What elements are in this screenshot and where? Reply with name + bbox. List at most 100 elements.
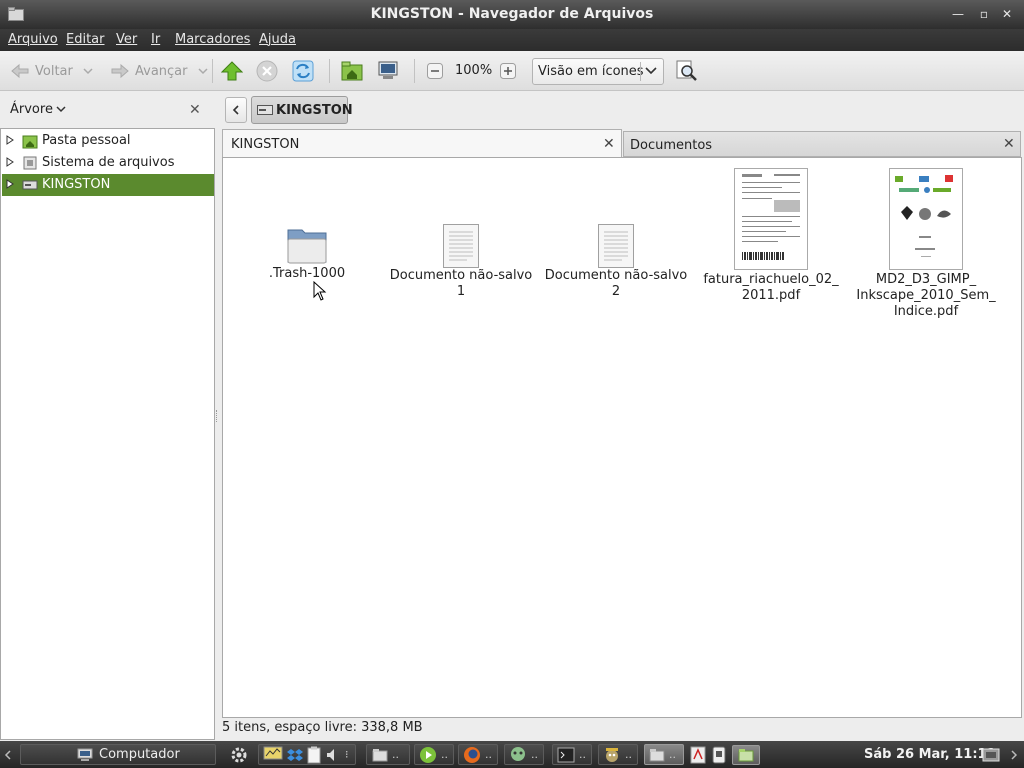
chevron-down-icon[interactable] xyxy=(197,67,208,75)
stop-button[interactable] xyxy=(256,59,278,83)
task-label: .. xyxy=(441,748,448,761)
tab-label: KINGSTON xyxy=(231,137,300,152)
computer-button[interactable] xyxy=(377,59,399,83)
chevron-down-icon xyxy=(56,106,66,113)
drive-icon xyxy=(22,180,38,190)
task-pidgin[interactable]: .. xyxy=(504,744,544,765)
file-item[interactable]: .Trash-1000 xyxy=(232,224,382,282)
tree-item-home[interactable]: Pasta pessoal xyxy=(2,130,214,152)
computer-icon xyxy=(378,61,398,79)
expander-icon[interactable] xyxy=(6,179,14,189)
view-mode-select[interactable]: Visão em ícones xyxy=(532,58,664,85)
menu-ver[interactable]: Ver xyxy=(116,32,137,47)
menu-editar[interactable]: Editar xyxy=(66,32,105,47)
menu-marcadores[interactable]: Marcadores xyxy=(175,32,250,47)
close-tab-icon[interactable]: ✕ xyxy=(1003,136,1015,152)
close-icon[interactable]: ✕ xyxy=(998,5,1016,23)
dropbox-icon[interactable] xyxy=(287,747,303,763)
tab-documentos[interactable]: Documentos ✕ xyxy=(623,131,1021,157)
zoom-in-button[interactable] xyxy=(500,59,516,83)
tab-kingston[interactable]: KINGSTON ✕ xyxy=(222,129,622,158)
zoom-out-icon xyxy=(427,63,443,79)
folder-icon xyxy=(372,748,388,761)
file-item[interactable]: MD2_D3_GIMP_ Inkscape_2010_Sem_ Indice.p… xyxy=(851,168,1001,320)
home-folder-icon xyxy=(22,135,38,149)
panel-scroll-left[interactable] xyxy=(4,744,12,765)
gear-icon xyxy=(231,747,247,762)
task-file-manager-active[interactable]: .. xyxy=(644,744,684,765)
file-name-line: MD2_D3_GIMP_ xyxy=(875,272,977,287)
expander-icon[interactable] xyxy=(6,157,14,167)
file-item[interactable]: Documento não-salvo 1 xyxy=(386,224,536,300)
breadcrumb[interactable]: KINGSTON xyxy=(251,96,353,124)
tree-item-filesystem[interactable]: Sistema de arquivos xyxy=(2,152,214,174)
file-item[interactable]: Documento não-salvo 2 xyxy=(541,224,691,300)
sidebar-mode-select[interactable]: Árvore xyxy=(10,102,66,117)
tree-item-label: Sistema de arquivos xyxy=(42,155,175,170)
forward-button[interactable]: Avançar xyxy=(110,59,208,83)
clipboard-icon[interactable] xyxy=(307,746,321,764)
pane-resize-handle[interactable] xyxy=(216,410,219,422)
clock[interactable]: Sáb 26 Mar, 11:11 xyxy=(864,747,996,762)
settings-launcher[interactable] xyxy=(230,744,248,765)
select-divider xyxy=(640,62,641,81)
stop-icon xyxy=(256,60,278,82)
system-monitor-icon[interactable] xyxy=(263,746,283,764)
task-label: .. xyxy=(531,748,538,761)
file-name-line: 2011.pdf xyxy=(741,288,801,303)
file-name-line: fatura_riachuelo_02_ xyxy=(703,272,839,287)
zoom-level: 100% xyxy=(455,63,493,78)
chevron-down-icon[interactable] xyxy=(83,67,93,75)
task-label: .. xyxy=(579,748,586,761)
show-desktop-button[interactable] xyxy=(732,744,760,765)
chevron-left-icon xyxy=(232,105,239,115)
path-back-button[interactable] xyxy=(225,97,247,123)
close-tab-icon[interactable]: ✕ xyxy=(603,136,615,152)
minimize-icon[interactable]: — xyxy=(949,5,967,23)
menu-arquivo[interactable]: Arquivo xyxy=(8,32,58,47)
home-button[interactable] xyxy=(341,59,363,83)
sidebar-header: Árvore ✕ xyxy=(0,92,216,128)
task-media-player[interactable]: .. xyxy=(414,744,454,765)
network-tray[interactable] xyxy=(982,744,1000,765)
task-gimp[interactable]: .. xyxy=(598,744,638,765)
quick-launchers: ⁝ xyxy=(258,744,356,765)
panel-scroll-right[interactable] xyxy=(1010,744,1018,765)
zoom-out-button[interactable] xyxy=(427,59,443,83)
file-item[interactable]: fatura_riachuelo_02_ 2011.pdf xyxy=(696,168,846,304)
sidebar-tree[interactable]: Pasta pessoal Sistema de arquivos KINGST… xyxy=(0,128,215,740)
window-titlebar[interactable]: KINGSTON - Navegador de Arquivos — ▫ ✕ xyxy=(0,0,1024,29)
view-mode-label: Visão em ícones xyxy=(538,64,644,79)
drive-icon xyxy=(257,105,273,115)
firefox-icon xyxy=(464,746,480,763)
maximize-icon[interactable]: ▫ xyxy=(975,5,993,23)
folder-icon xyxy=(738,748,754,761)
expander-icon[interactable] xyxy=(6,135,14,145)
file-name-line: Inkscape_2010_Sem_ xyxy=(856,288,996,303)
pdf-reader-icon[interactable] xyxy=(690,746,706,764)
file-name: Documento não-salvo 1 xyxy=(389,268,533,299)
file-view[interactable]: .Trash-1000 Documento não-salvo 1 Docume… xyxy=(222,157,1022,718)
volume-icon[interactable] xyxy=(325,747,341,763)
toolbar-separator xyxy=(329,59,330,83)
back-button[interactable]: Voltar xyxy=(10,59,93,83)
task-firefox[interactable]: .. xyxy=(458,744,498,765)
more-indicator: ⁝ xyxy=(345,748,349,761)
reload-button[interactable] xyxy=(292,59,314,83)
search-button[interactable] xyxy=(676,59,698,83)
chat-icon xyxy=(511,746,525,761)
computer-launcher[interactable]: Computador xyxy=(20,744,216,765)
breadcrumb-label: KINGSTON xyxy=(276,103,353,118)
status-bar: 5 itens, espaço livre: 338,8 MB xyxy=(222,720,423,735)
window-title: KINGSTON - Navegador de Arquivos xyxy=(370,6,654,22)
up-button[interactable] xyxy=(221,59,243,83)
menu-ir[interactable]: Ir xyxy=(151,32,160,47)
computer-label: Computador xyxy=(99,747,180,762)
close-sidebar-icon[interactable]: ✕ xyxy=(189,102,201,118)
tree-item-kingston[interactable]: KINGSTON xyxy=(2,174,214,196)
task-terminal[interactable]: .. xyxy=(552,744,592,765)
task-file-manager[interactable]: .. xyxy=(366,744,410,765)
menu-ajuda[interactable]: Ajuda xyxy=(259,32,296,47)
device-icon[interactable] xyxy=(712,746,726,764)
menu-bar: Arquivo Editar Ver Ir Marcadores Ajuda xyxy=(0,29,1024,51)
